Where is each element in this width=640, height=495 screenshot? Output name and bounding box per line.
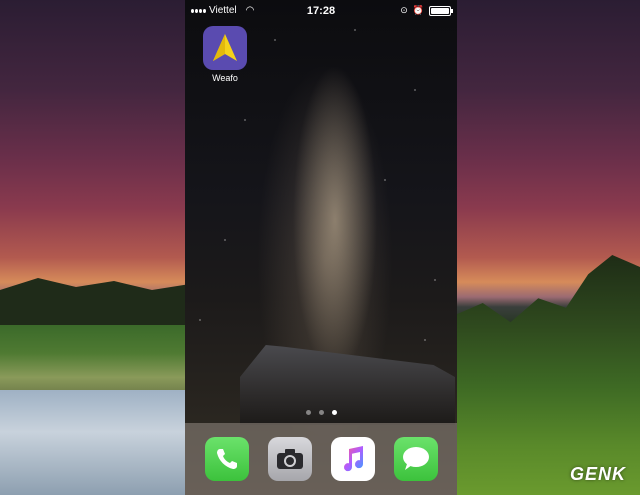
chat-bubble-icon bbox=[402, 447, 429, 470]
phone-app[interactable] bbox=[204, 437, 249, 481]
phone-icon bbox=[216, 449, 237, 469]
status-bar: Viettel ◠ 17:28 ⊙ ⏰ bbox=[185, 0, 457, 22]
page-dot-active[interactable] bbox=[331, 410, 337, 415]
app-weafo[interactable]: Weafo bbox=[203, 26, 247, 83]
page-dot[interactable] bbox=[318, 410, 324, 415]
messages-app[interactable] bbox=[393, 437, 438, 481]
camera-app[interactable] bbox=[267, 437, 312, 481]
battery-icon bbox=[429, 5, 453, 16]
music-note-icon bbox=[343, 446, 363, 472]
status-right: ⊙ ⏰ bbox=[400, 5, 453, 16]
dock bbox=[185, 423, 457, 495]
camera-icon bbox=[276, 449, 303, 469]
background-river bbox=[0, 390, 190, 495]
phone-screen: Viettel ◠ 17:28 ⊙ ⏰ Weafo bbox=[185, 0, 457, 495]
genk-watermark: GENK bbox=[569, 464, 626, 484]
page-dot[interactable] bbox=[305, 410, 311, 415]
app-label: Weafo bbox=[212, 73, 238, 83]
page-indicator[interactable] bbox=[185, 410, 457, 415]
background-field bbox=[0, 325, 190, 395]
orientation-lock-icon: ⊙ bbox=[400, 5, 408, 15]
alarm-icon: ⏰ bbox=[412, 5, 424, 15]
music-app[interactable] bbox=[330, 437, 375, 481]
paper-plane-icon bbox=[203, 26, 247, 70]
